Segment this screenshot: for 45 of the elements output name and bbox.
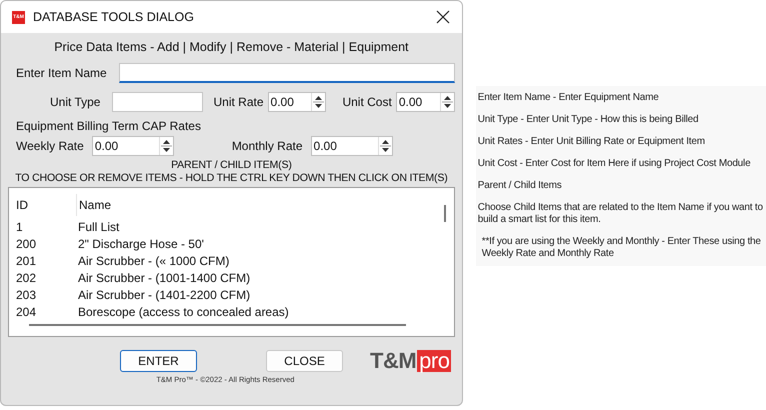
table-cell-text: Air Scrubber - (« 1000 CFM) [77,254,230,268]
table-cell-text: 1 [16,220,24,234]
close-icon[interactable] [436,10,450,24]
table-cell-text: 204 [16,304,38,318]
field-label: Enter Item Name [16,66,107,80]
enter-button[interactable]: ENTER [120,350,197,372]
table-cell-text: Borescope (access to concealed areas) [77,304,289,318]
table-cell-text: Full List [77,220,120,234]
table-cell-text: Air Scrubber - (1001-1400 CFM) [77,270,250,284]
table-cell-text: 200 [16,236,38,250]
field-label: Weekly Rate [16,139,84,153]
help-note: **If you are using the Weekly and Monthly - Enter These using the Weekly Rate and Monthly Rate [480,236,762,260]
table-cell-text: Air Scrubber - (1401-2200 CFM) [77,288,250,302]
scrollbar-thumb[interactable] [444,205,446,222]
field-label: Unit Cost [342,95,392,109]
monthly-rate-spinner[interactable]: 0.00 [310,136,393,156]
section-heading: Price Data Items - Add | Modify | Remove - Material | Equipment [53,40,410,54]
help-note: Enter Item Name - Enter Equipment Name [478,92,660,104]
column-header[interactable]: Name [77,194,112,216]
weekly-rate-spinner[interactable]: 0.00 [92,136,174,156]
help-note: Unit Type - Enter Unit Type - How this is being Billed [478,114,700,126]
help-note: Unit Cost - Enter Cost for Item Here if using Project Cost Module [478,158,752,170]
column-header[interactable]: ID [16,194,77,216]
field-label: Monthly Rate [232,139,303,153]
field-label: Unit Rate [213,95,264,109]
logo: T&M pro [370,348,452,374]
window-title: DATABASE TOOLS DIALOG [33,10,195,24]
close-button[interactable]: CLOSE [266,350,343,372]
items-list[interactable]: ID Name 1 Full List 200 2" Discharge Hose - 50' 201 Air Scrubber - (« 1000 CFM) 202 Air Scrubber - (1001-1400 CFM) 203 Air Scrubber - (1401-2200 CFM) 204 Borescope (access to concealed areas) [8,187,455,337]
scrollbar-thumb[interactable] [29,324,406,326]
unit-cost-spinner[interactable]: 0.00 [396,92,455,112]
help-note: Unit Rates - Enter Unit Billing Rate or Equipment Item [478,136,706,148]
table-cell-text: 202 [16,270,38,284]
help-note: Choose Child Items that are related to the Item Name if you want to build a smart list for this item. [478,202,764,226]
list-title: PARENT / CHILD ITEM(S) [170,159,293,172]
unit-type-field[interactable] [112,92,204,112]
list-hint: TO CHOOSE OR REMOVE ITEMS - HOLD THE CTRL KEY DOWN THEN CLICK ON ITEM(S) [14,172,449,185]
unit-rate-spinner[interactable]: 0.00 [268,92,326,112]
help-note: Parent / Child Items [478,180,563,192]
field-label: Unit Type [50,95,100,109]
item-name-field[interactable] [118,63,455,83]
table-cell-text: 201 [16,254,38,268]
table-cell-text: 2" Discharge Hose - 50' [77,236,204,250]
table-cell-text: 203 [16,288,38,302]
section-label: Equipment Billing Term CAP Rates [15,119,202,133]
